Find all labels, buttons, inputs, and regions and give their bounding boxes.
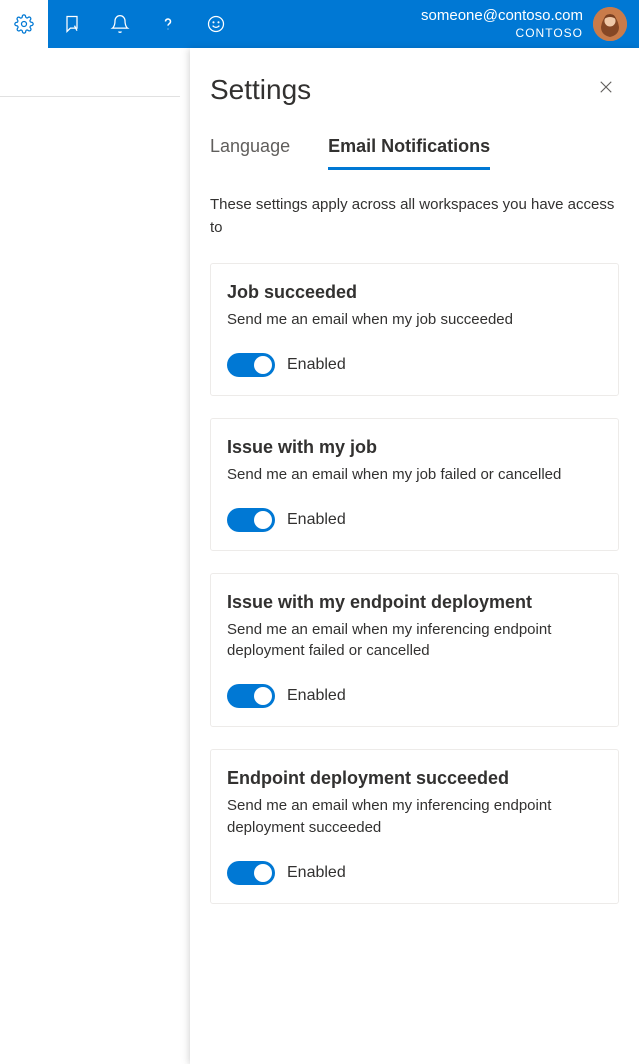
card-title: Job succeeded (227, 282, 602, 303)
card-title: Issue with my endpoint deployment (227, 592, 602, 613)
card-endpoint-issue: Issue with my endpoint deployment Send m… (210, 573, 619, 728)
card-job-succeeded: Job succeeded Send me an email when my j… (210, 263, 619, 396)
close-icon (597, 78, 615, 96)
toggle-label: Enabled (287, 511, 346, 529)
user-tenant: CONTOSO (421, 26, 583, 41)
toggle-endpoint-issue[interactable] (227, 684, 275, 708)
toggle-label: Enabled (287, 687, 346, 705)
tab-description: These settings apply across all workspac… (210, 194, 619, 239)
help-icon[interactable] (144, 0, 192, 48)
card-desc: Send me an email when my job failed or c… (227, 464, 602, 486)
card-job-issue: Issue with my job Send me an email when … (210, 418, 619, 551)
notifications-bell-icon[interactable] (96, 0, 144, 48)
panel-title: Settings (210, 74, 311, 106)
card-title: Endpoint deployment succeeded (227, 768, 602, 789)
toggle-label: Enabled (287, 356, 346, 374)
tab-language[interactable]: Language (210, 136, 290, 170)
toggle-label: Enabled (287, 864, 346, 882)
page-divider (0, 96, 180, 97)
toggle-job-succeeded[interactable] (227, 353, 275, 377)
card-desc: Send me an email when my inferencing end… (227, 619, 602, 663)
card-title: Issue with my job (227, 437, 602, 458)
user-email: someone@contoso.com (421, 7, 583, 26)
user-info[interactable]: someone@contoso.com CONTOSO (421, 7, 627, 41)
toggle-endpoint-succeeded[interactable] (227, 861, 275, 885)
card-desc: Send me an email when my inferencing end… (227, 795, 602, 839)
card-endpoint-succeeded: Endpoint deployment succeeded Send me an… (210, 749, 619, 904)
feedback-icon[interactable] (48, 0, 96, 48)
close-button[interactable] (593, 74, 619, 105)
top-bar: someone@contoso.com CONTOSO (0, 0, 639, 48)
tabs: Language Email Notifications (210, 136, 619, 170)
avatar[interactable] (593, 7, 627, 41)
tab-email-notifications[interactable]: Email Notifications (328, 136, 490, 170)
card-desc: Send me an email when my job succeeded (227, 309, 602, 331)
toggle-job-issue[interactable] (227, 508, 275, 532)
smile-feedback-icon[interactable] (192, 0, 240, 48)
settings-gear-icon[interactable] (0, 0, 48, 48)
settings-panel: Settings Language Email Notifications Th… (190, 48, 639, 1064)
